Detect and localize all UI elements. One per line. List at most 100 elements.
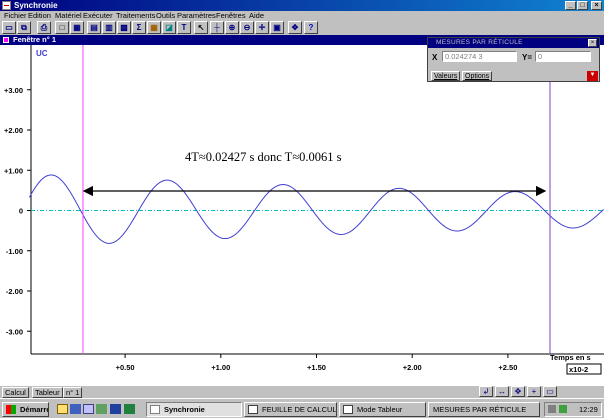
menu-item-parametres[interactable]: Paramètres (177, 11, 216, 20)
new-acquisition-icon[interactable]: ▭ (2, 21, 16, 34)
table-icon (343, 405, 353, 414)
child-window-icon[interactable] (3, 37, 9, 43)
menu-bar: Fichier Edition Matériel Exécuter Traitement… (0, 11, 604, 20)
pointer-icon[interactable]: ↖ (194, 21, 208, 34)
task-label: MESURES PAR RÉTICULE (433, 405, 527, 414)
close-button[interactable]: × (591, 1, 602, 10)
x-tick-label: +1.50 (307, 363, 326, 372)
move-both-icon[interactable]: ✥ (511, 386, 525, 397)
clock: 12:29 (579, 405, 598, 414)
y-tick-label: -1.00 (6, 247, 23, 256)
return-icon[interactable]: ↲ (479, 386, 493, 397)
minimize-button[interactable]: _ (565, 1, 576, 10)
sum-icon[interactable]: Σ (132, 21, 146, 34)
start-label: Démarrer (20, 405, 48, 414)
system-tray: 12:29 (544, 402, 602, 417)
help-icon[interactable]: ? (304, 21, 318, 34)
app-icon[interactable] (2, 1, 11, 10)
y-tick-label: 0 (19, 207, 23, 216)
task-feuille-de-calcul[interactable]: FEUILLE DE CALCUL (244, 402, 337, 417)
x-value-field[interactable] (442, 51, 517, 62)
mdi-area: Fenêtre n° 1 +3.00 +2.00 +1.00 0 -1.00 -2.00 -… (0, 35, 604, 387)
toolbar: ▭ ⧉ ⎙ □ ▦ ▤ ▥ ▩ Σ ▦ ◪ T ↖ ┼ ⊕ ⊖ ✛ ▣ ✥? (0, 20, 604, 35)
menu-item-executer[interactable]: Exécuter (83, 11, 113, 20)
sheet-tabs-row: Calcul Tableur n° 1 ↲ ↔ ✥ + ▭ (0, 386, 604, 398)
task-label: Synchronie (164, 405, 205, 414)
window-icon[interactable]: □ (55, 21, 69, 34)
x-scale-label: x10-2 (569, 365, 588, 374)
menu-item-traitements[interactable]: Traitements (116, 11, 155, 20)
screen-icon[interactable]: ▣ (270, 21, 284, 34)
maximize-button[interactable]: □ (577, 1, 588, 10)
menu-item-fichier[interactable]: Fichier (4, 11, 27, 20)
grid-icon[interactable]: ▦ (70, 21, 84, 34)
chart-svg[interactable]: +3.00 +2.00 +1.00 0 -1.00 -2.00 -3.00 +0.50 +1.0… (0, 45, 604, 386)
task-mesures-reticule[interactable]: MESURES PAR RÉTICULE (428, 402, 540, 417)
title-bar: Synchronie _ □ × (0, 0, 604, 11)
y-tick-label: +3.00 (4, 86, 23, 95)
child-window-title: Fenêtre n° 1 (13, 35, 57, 44)
tab-valeurs[interactable]: Valeurs (431, 71, 461, 81)
cursor-icon[interactable]: ┼ (210, 21, 224, 34)
mesures-title: MESURES PAR RÉTICULE (428, 38, 599, 48)
y-label: Y= (522, 53, 533, 62)
calc-sheet-icon[interactable]: ▦ (147, 21, 161, 34)
y-tick-label: +2.00 (4, 126, 23, 135)
task-label: Mode Tableur (357, 405, 403, 414)
excel-icon[interactable] (124, 404, 135, 414)
desktop-icon[interactable] (96, 404, 107, 414)
table-icon[interactable]: ▥ (102, 21, 116, 34)
menu-item-fenetres[interactable]: Fenêtres (216, 11, 246, 20)
crosshair-icon[interactable]: ✛ (255, 21, 269, 34)
ie-icon[interactable] (70, 404, 81, 414)
outlook-icon[interactable] (83, 404, 94, 414)
chart-area[interactable]: +3.00 +2.00 +1.00 0 -1.00 -2.00 -3.00 +0.50 +1.0… (0, 45, 604, 386)
x-tick-label: +2.50 (498, 363, 517, 372)
tab-tableur[interactable]: Tableur (32, 387, 63, 398)
synchronie-icon (150, 405, 160, 414)
menu-item-aide[interactable]: Aide (249, 11, 264, 20)
menu-item-materiel[interactable]: Matériel (55, 11, 82, 20)
y-tick-label: +1.00 (4, 166, 23, 175)
task-mode-tableur[interactable]: Mode Tableur (339, 402, 426, 417)
network-icon[interactable] (559, 405, 567, 413)
app-title: Synchronie (14, 1, 58, 10)
task-label: FEUILLE DE CALCUL (262, 405, 337, 414)
y-value-field[interactable] (535, 51, 591, 62)
move-icon[interactable]: ✥ (288, 21, 302, 34)
print-icon[interactable]: ⎙ (37, 21, 51, 34)
x-label: X (432, 53, 438, 62)
explorer-icon[interactable] (57, 404, 68, 414)
open-transfer-icon[interactable]: ⧉ (17, 21, 31, 34)
tab-calcul[interactable]: Calcul (2, 387, 29, 398)
display-icon[interactable]: ▤ (87, 21, 101, 34)
dropdown-arrow-icon[interactable]: ▼ (587, 71, 598, 81)
period-annotation: 4T≈0.02427 s donc T≈0.0061 s (185, 150, 342, 164)
zoom-icon[interactable]: ⊕ (225, 21, 239, 34)
calculator-icon[interactable]: ▩ (117, 21, 131, 34)
y-axis-label: UC (36, 49, 48, 58)
cursor-cross-icon[interactable]: + (527, 386, 541, 397)
windows-logo-icon (6, 405, 16, 414)
task-synchronie[interactable]: Synchronie (146, 402, 242, 417)
y-tick-label: -2.00 (6, 287, 23, 296)
word-icon[interactable] (110, 404, 121, 414)
start-button[interactable]: Démarrer (2, 402, 49, 417)
tab-options[interactable]: Options (462, 71, 493, 81)
speaker-icon[interactable] (548, 405, 556, 413)
mesures-reticule-window: MESURES PAR RÉTICULE × X Y= Valeurs Opti… (427, 37, 600, 82)
menu-item-edition[interactable]: Edition (28, 11, 51, 20)
mesures-close-button[interactable]: × (588, 39, 597, 47)
y-tick-label: -3.00 (6, 327, 23, 336)
menu-item-outils[interactable]: Outils (156, 11, 175, 20)
modelling-icon[interactable]: ◪ (162, 21, 176, 34)
x-tick-label: +2.00 (403, 363, 422, 372)
tab-fenetre-1[interactable]: n° 1 (63, 387, 83, 398)
text-icon[interactable]: T (177, 21, 191, 34)
series-uc-line (28, 174, 604, 244)
zoom-out-icon[interactable]: ⊖ (240, 21, 254, 34)
panel-icon[interactable]: ▭ (543, 386, 557, 397)
move-horizontal-icon[interactable]: ↔ (495, 386, 509, 397)
x-tick-label: +1.00 (211, 363, 230, 372)
x-tick-label: +0.50 (116, 363, 135, 372)
